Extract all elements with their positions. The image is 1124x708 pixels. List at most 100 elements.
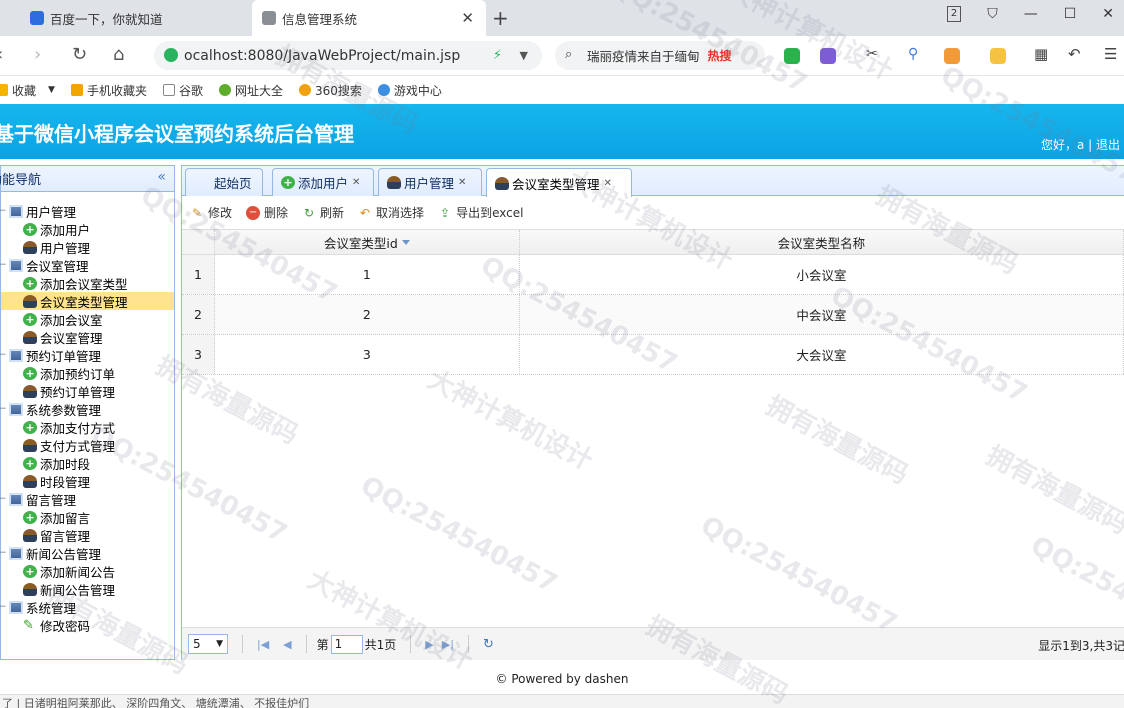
refresh-button[interactable]: ↻ 刷新 — [302, 204, 344, 221]
wechat-icon[interactable] — [784, 48, 800, 64]
prev-page-icon[interactable]: ◀ — [283, 638, 291, 651]
hot-search-label[interactable]: 热搜 — [708, 47, 732, 64]
tree-toggle-icon[interactable]: − — [0, 404, 7, 414]
coin-icon[interactable] — [990, 48, 1006, 64]
nav-item[interactable]: 新闻公告管理 — [1, 580, 174, 598]
page-number-input[interactable]: 1 — [330, 634, 363, 654]
nav-item[interactable]: + 添加时段 — [1, 454, 174, 472]
tab-user-manage[interactable]: 用户管理 ✕ — [378, 168, 482, 196]
tree-toggle-icon[interactable]: − — [0, 548, 7, 558]
nav-item[interactable]: + 添加留言 — [1, 508, 174, 526]
tab-add-user[interactable]: + 添加用户 ✕ — [272, 168, 374, 196]
cell-room-type-id[interactable]: 3 — [215, 335, 520, 374]
close-tab-icon[interactable]: ✕ — [352, 177, 360, 188]
game-icon[interactable] — [944, 48, 960, 64]
nav-group[interactable]: − 留言管理 — [0, 490, 174, 508]
first-page-icon[interactable]: |◀ — [257, 638, 269, 651]
nav-item[interactable]: ✎ 修改密码 — [1, 616, 174, 634]
cell-room-type-name[interactable]: 中会议室 — [520, 295, 1124, 334]
close-window-icon[interactable]: ✕ — [1102, 6, 1114, 22]
search-box[interactable]: ⌕ 瑞丽疫情来自于缅甸 热搜 — [555, 41, 765, 70]
last-page-icon[interactable]: ▶| — [442, 638, 454, 651]
page-size-select[interactable]: 5 ▼ — [188, 634, 228, 654]
reload-icon[interactable]: ↻ — [72, 44, 87, 65]
bookmark-360[interactable]: 360搜索 — [298, 82, 362, 99]
nav-item[interactable]: 用户管理 — [1, 238, 174, 256]
nav-item[interactable]: 会议室类型管理 — [1, 292, 174, 310]
cell-room-type-id[interactable]: 1 — [215, 255, 520, 294]
tree-toggle-icon[interactable]: − — [0, 494, 7, 504]
collapse-icon[interactable]: « — [157, 169, 166, 185]
nav-group[interactable]: − 用户管理 — [0, 202, 174, 220]
bookmark-favorites[interactable]: 收藏 ▼ — [0, 82, 55, 99]
tab-home[interactable]: 起始页 — [185, 168, 263, 196]
cell-room-type-name[interactable]: 大会议室 — [520, 335, 1124, 374]
url-bar[interactable]: ocalhost:8080/JavaWebProject/main.jsp ⚡ … — [154, 41, 542, 70]
bookmark-games[interactable]: 游戏中心 — [377, 82, 442, 99]
lightning-icon[interactable]: ⚡ — [493, 48, 502, 63]
table-row[interactable]: 2 2 中会议室 — [182, 295, 1124, 335]
column-header-name[interactable]: 会议室类型名称 — [520, 230, 1124, 254]
nav-item[interactable]: 时段管理 — [1, 472, 174, 490]
main-panel: 起始页 + 添加用户 ✕ 用户管理 ✕ 会议室类型管理 ✕ ✎ 修改 − 删除 ↻ 刷… — [181, 165, 1124, 660]
nav-item[interactable]: + 添加会议室类型 — [1, 274, 174, 292]
reload-page-icon[interactable]: ↻ — [483, 637, 494, 652]
maximize-icon[interactable]: ☐ — [1064, 6, 1077, 22]
nav-group[interactable]: − 新闻公告管理 — [0, 544, 174, 562]
browser-tab-active[interactable]: 信息管理系统 ✕ — [252, 0, 486, 36]
tab-room-type-manage[interactable]: 会议室类型管理 ✕ — [486, 168, 632, 197]
cell-room-type-id[interactable]: 2 — [215, 295, 520, 334]
nav-group[interactable]: − 系统管理 — [0, 598, 174, 616]
user-greeting[interactable]: 您好，a | 退出 — [1041, 136, 1120, 153]
nav-item[interactable]: + 添加用户 — [1, 220, 174, 238]
tree-toggle-icon[interactable]: − — [0, 350, 7, 360]
window-count-badge[interactable]: 2 — [946, 6, 962, 22]
next-page-icon[interactable]: ▶ — [425, 638, 433, 651]
minimize-icon[interactable]: — — [1024, 6, 1038, 22]
nav-group[interactable]: − 系统参数管理 — [0, 400, 174, 418]
bookmark-hao[interactable]: 网址大全 — [218, 82, 283, 99]
chevron-down-icon[interactable]: ▼ — [520, 49, 528, 62]
nav-group[interactable]: − 会议室管理 — [0, 256, 174, 274]
nav-item[interactable]: 支付方式管理 — [1, 436, 174, 454]
bookmark-google[interactable]: 谷歌 — [162, 82, 203, 99]
unselect-button[interactable]: ↶ 取消选择 — [358, 204, 424, 221]
menu-icon[interactable]: ☰ — [1104, 45, 1120, 63]
export-excel-button[interactable]: ⇪ 导出到excel — [438, 204, 523, 221]
translate-icon[interactable] — [820, 48, 836, 64]
nav-item[interactable]: + 添加新闻公告 — [1, 562, 174, 580]
skin-icon[interactable]: ⛉ — [987, 6, 998, 22]
nav-item[interactable]: + 添加预约订单 — [1, 364, 174, 382]
new-tab-icon[interactable]: + — [492, 6, 509, 30]
close-tab-icon[interactable]: ✕ — [604, 178, 612, 189]
column-header-id[interactable]: 会议室类型id — [215, 230, 520, 254]
delete-button[interactable]: − 删除 — [246, 204, 288, 221]
nav-item[interactable]: 会议室管理 — [1, 328, 174, 346]
forward-icon[interactable]: › — [34, 44, 41, 65]
table-row[interactable]: 1 1 小会议室 — [182, 255, 1124, 295]
edit-button[interactable]: ✎ 修改 — [190, 204, 232, 221]
scissors-icon[interactable]: ✂ — [866, 46, 882, 62]
nav-item[interactable]: 留言管理 — [1, 526, 174, 544]
table-row[interactable]: 3 3 大会议室 — [182, 335, 1124, 375]
cell-room-type-name[interactable]: 小会议室 — [520, 255, 1124, 294]
undo-icon[interactable]: ↶ — [1068, 45, 1084, 63]
grid-apps-icon[interactable]: ▦ — [1034, 45, 1050, 63]
close-tab-icon[interactable]: ✕ — [461, 9, 474, 27]
bookmark-mobile[interactable]: 手机收藏夹 — [70, 82, 147, 99]
tree-toggle-icon[interactable]: − — [0, 206, 7, 216]
magnifier-icon[interactable]: ⚲ — [908, 46, 924, 62]
browser-tab-baidu[interactable]: 百度一下，你就知道 — [0, 0, 250, 36]
nav-item[interactable]: + 添加会议室 — [1, 310, 174, 328]
tree-toggle-icon[interactable]: − — [0, 602, 7, 612]
close-tab-icon[interactable]: ✕ — [458, 177, 466, 188]
tree-toggle-icon[interactable]: − — [0, 260, 7, 270]
url-text[interactable]: ocalhost:8080/JavaWebProject/main.jsp — [184, 48, 460, 64]
nav-item[interactable]: + 添加支付方式 — [1, 418, 174, 436]
nav-item-label: 用户管理 — [40, 240, 91, 256]
home-icon[interactable]: ⌂ — [113, 44, 124, 65]
search-text[interactable]: 瑞丽疫情来自于缅甸 — [587, 46, 700, 65]
back-icon[interactable]: ‹ — [0, 44, 3, 65]
nav-item[interactable]: 预约订单管理 — [1, 382, 174, 400]
nav-group[interactable]: − 预约订单管理 — [0, 346, 174, 364]
